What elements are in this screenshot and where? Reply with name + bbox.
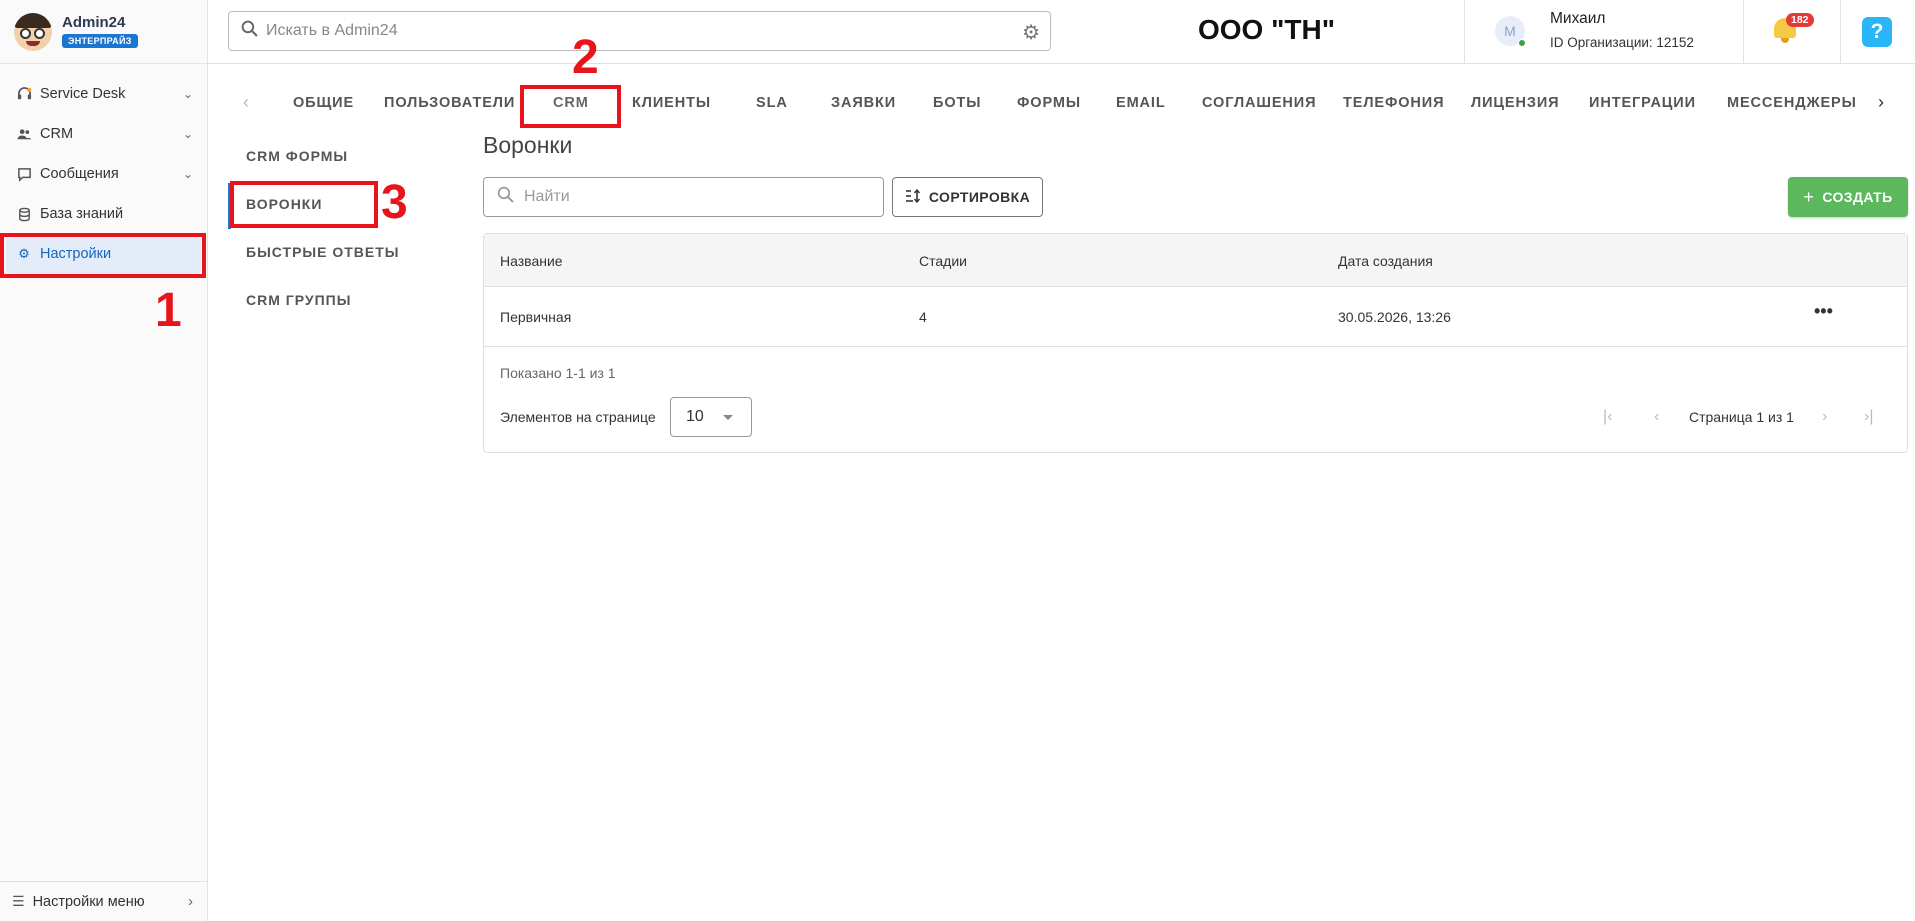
sidebar-item-label: Сообщения bbox=[40, 166, 119, 182]
create-button[interactable]: + СОЗДАТЬ bbox=[1788, 177, 1908, 217]
tab-email[interactable]: EMAIL bbox=[1116, 95, 1166, 111]
sort-icon bbox=[905, 188, 921, 206]
brand-name: Admin24 bbox=[62, 14, 126, 31]
tab-integrations[interactable]: ИНТЕГРАЦИИ bbox=[1589, 95, 1696, 111]
cell-created: 30.05.2026, 13:26 bbox=[1338, 309, 1451, 325]
plus-icon: + bbox=[1803, 186, 1815, 207]
first-page-icon[interactable]: |‹ bbox=[1603, 408, 1612, 426]
more-options-icon[interactable]: ••• bbox=[1814, 301, 1833, 322]
tabs-scroll-left-icon[interactable]: ‹ bbox=[243, 92, 249, 113]
cell-stages: 4 bbox=[919, 309, 927, 325]
prev-page-icon[interactable]: ‹ bbox=[1654, 408, 1659, 426]
per-page-select[interactable]: 10 bbox=[670, 397, 752, 437]
sidebar-item-knowledge-base[interactable]: База знаний bbox=[0, 194, 207, 234]
people-icon bbox=[16, 126, 32, 142]
annotation-box-3 bbox=[230, 181, 378, 228]
page-title: Воронки bbox=[483, 132, 573, 158]
sidebar: Admin24 ЭНТЕРПРАЙЗ Service Desk ⌄ CRM ⌄ … bbox=[0, 0, 208, 921]
sidebar-item-crm[interactable]: CRM ⌄ bbox=[0, 114, 207, 154]
tab-general[interactable]: ОБЩИЕ bbox=[293, 95, 354, 111]
brand[interactable]: Admin24 ЭНТЕРПРАЙЗ bbox=[0, 0, 207, 64]
global-search-placeholder: Искать в Admin24 bbox=[266, 22, 398, 39]
tab-license[interactable]: ЛИЦЕНЗИЯ bbox=[1471, 95, 1559, 111]
pagination-summary: Показано 1-1 из 1 bbox=[500, 365, 616, 381]
chevron-down-icon: ⌄ bbox=[182, 127, 193, 141]
database-icon bbox=[16, 206, 32, 222]
tab-forms[interactable]: ФОРМЫ bbox=[1017, 95, 1081, 111]
user-profile[interactable]: М Михаил ID Организации: 12152 bbox=[1464, 0, 1744, 64]
menu-settings-button[interactable]: ☰ Настройки меню › bbox=[0, 881, 207, 921]
column-header-stages[interactable]: Стадии bbox=[919, 253, 967, 269]
search-icon bbox=[497, 186, 514, 208]
funnels-table: Название Стадии Дата создания Первичная … bbox=[483, 233, 1908, 453]
sort-label: СОРТИРОВКА bbox=[928, 189, 1031, 205]
chat-icon bbox=[16, 166, 32, 182]
last-page-icon[interactable]: ›| bbox=[1864, 408, 1873, 426]
caret-down-icon bbox=[723, 415, 733, 420]
annotation-box-1 bbox=[0, 233, 206, 278]
subnav-quick-replies[interactable]: БЫСТРЫЕ ОТВЕТЫ bbox=[246, 244, 400, 260]
annotation-number-3: 3 bbox=[381, 176, 408, 229]
sidebar-item-label: Service Desk bbox=[40, 86, 126, 102]
subnav-crm-forms[interactable]: CRM ФОРМЫ bbox=[246, 148, 348, 164]
sidebar-item-messages[interactable]: Сообщения ⌄ bbox=[0, 154, 207, 194]
plan-badge: ЭНТЕРПРАЙЗ bbox=[62, 34, 138, 48]
per-page-label: Элементов на странице bbox=[500, 409, 656, 425]
sidebar-item-label: CRM bbox=[40, 126, 74, 142]
column-header-name[interactable]: Название bbox=[500, 253, 563, 269]
column-header-created[interactable]: Дата создания bbox=[1338, 253, 1433, 269]
chevron-down-icon: ⌄ bbox=[182, 167, 193, 181]
tab-bots[interactable]: БОТЫ bbox=[933, 95, 981, 111]
user-name: Михаил bbox=[1550, 10, 1606, 27]
next-page-icon[interactable]: › bbox=[1822, 408, 1827, 426]
top-header: Искать в Admin24 ⚙ ООО "ТН" М Михаил ID … bbox=[208, 0, 1915, 64]
online-status-dot bbox=[1518, 39, 1526, 47]
tab-requests[interactable]: ЗАЯВКИ bbox=[831, 95, 896, 111]
tab-telephony[interactable]: ТЕЛЕФОНИЯ bbox=[1343, 95, 1444, 111]
notifications-button[interactable]: 182 bbox=[1744, 0, 1841, 64]
tab-messengers[interactable]: МЕССЕНДЖЕРЫ bbox=[1727, 95, 1857, 111]
help-icon[interactable]: ? bbox=[1862, 17, 1892, 47]
organization-id: ID Организации: 12152 bbox=[1550, 35, 1694, 50]
cell-name: Первичная bbox=[500, 309, 572, 325]
headset-icon bbox=[16, 86, 32, 102]
tab-agreements[interactable]: СОГЛАШЕНИЯ bbox=[1202, 95, 1316, 111]
annotation-number-2: 2 bbox=[572, 31, 599, 84]
global-search-input[interactable]: Искать в Admin24 ⚙ bbox=[228, 11, 1051, 51]
search-icon bbox=[241, 20, 258, 42]
create-label: СОЗДАТЬ bbox=[1822, 189, 1893, 205]
list-icon: ☰ bbox=[12, 893, 25, 909]
tabs-scroll-right-icon[interactable]: › bbox=[1878, 92, 1884, 113]
tab-clients[interactable]: КЛИЕНТЫ bbox=[632, 95, 711, 111]
chevron-right-icon: › bbox=[188, 893, 193, 910]
subnav-crm-groups[interactable]: CRM ГРУППЫ bbox=[246, 292, 351, 308]
menu-settings-label: Настройки меню bbox=[32, 893, 145, 910]
table-row[interactable]: Первичная 4 30.05.2026, 13:26 ••• bbox=[484, 287, 1907, 347]
organization-title: ООО "ТН" bbox=[1198, 14, 1335, 45]
sidebar-item-label: База знаний bbox=[40, 206, 124, 222]
chevron-down-icon: ⌄ bbox=[182, 87, 193, 101]
table-header: Название Стадии Дата создания bbox=[484, 234, 1907, 287]
notifications-badge: 182 bbox=[1786, 13, 1814, 27]
funnel-search-placeholder: Найти bbox=[524, 188, 570, 205]
page-indicator: Страница 1 из 1 bbox=[1689, 409, 1794, 425]
settings-tabs: ‹ ОБЩИЕ ПОЛЬЗОВАТЕЛИ CRM КЛИЕНТЫ SLA ЗАЯ… bbox=[228, 84, 1903, 124]
per-page-value: 10 bbox=[686, 408, 704, 425]
annotation-box-2 bbox=[520, 85, 621, 128]
funnel-search-input[interactable]: Найти bbox=[483, 177, 884, 217]
sidebar-item-service-desk[interactable]: Service Desk ⌄ bbox=[0, 74, 207, 114]
search-settings-gear-icon[interactable]: ⚙ bbox=[1022, 20, 1040, 45]
logo-avatar bbox=[14, 12, 52, 51]
tab-users[interactable]: ПОЛЬЗОВАТЕЛИ bbox=[384, 95, 515, 111]
tab-sla[interactable]: SLA bbox=[756, 95, 788, 111]
sort-button[interactable]: СОРТИРОВКА bbox=[892, 177, 1043, 217]
annotation-number-1: 1 bbox=[155, 284, 182, 337]
